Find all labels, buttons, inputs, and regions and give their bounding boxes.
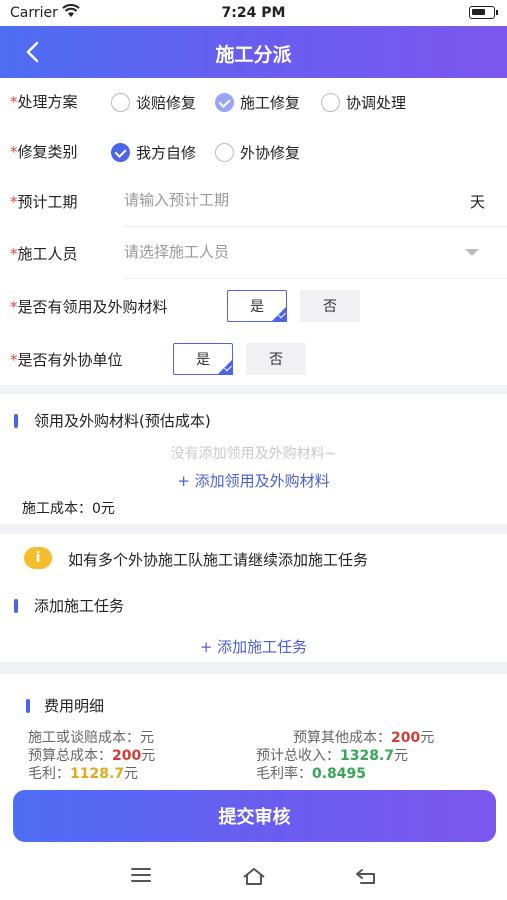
outsource-yes-button[interactable]: 是 — [173, 343, 233, 375]
system-nav-bar — [0, 852, 507, 900]
task-section-title: 添加施工任务 — [34, 597, 125, 615]
repair-type-row: *修复类别 我方自修 外协修复 — [0, 141, 507, 165]
add-materials-button[interactable]: + 添加领用及外购材料 — [0, 470, 507, 491]
divider — [124, 226, 507, 227]
outsource-row: *是否有外协单位 是 否 — [0, 343, 507, 377]
materials-row: *是否有领用及外购材料 是 否 — [0, 290, 507, 324]
construction-cost-line: 施工或谈赔成本：元 — [28, 730, 154, 746]
dropdown-arrow-icon — [465, 249, 479, 256]
materials-section-title: 领用及外购材料(预估成本) — [34, 412, 211, 430]
materials-section: 领用及外购材料(预估成本) 没有添加领用及外购材料~ + 添加领用及外购材料 施… — [0, 394, 507, 524]
dispatch-form: *处理方案 谈赔修复 施工修复 协调处理 *修复类别 我方自修 外协修复 *预计… — [0, 78, 507, 385]
notice-text: 如有多个外协施工队施工请继续添加施工任务 — [68, 551, 369, 569]
plan-label: 处理方案 — [17, 93, 78, 111]
divider — [124, 278, 507, 279]
submit-review-button[interactable]: 提交审核 — [13, 790, 496, 842]
radio-self-repair[interactable]: 我方自修 — [111, 142, 196, 163]
materials-yes-button[interactable]: 是 — [227, 290, 287, 322]
duration-input[interactable] — [124, 191, 424, 209]
materials-no-button[interactable]: 否 — [300, 290, 360, 322]
radio-circle — [111, 93, 130, 112]
nav-bar: 施工分派 — [0, 26, 507, 78]
home-icon[interactable] — [241, 866, 267, 886]
radio-outsource-repair[interactable]: 外协修复 — [215, 142, 300, 163]
info-icon: i — [24, 547, 52, 569]
required-mark: * — [10, 93, 18, 111]
duration-row: *预计工期 天 — [0, 191, 507, 215]
income-line: 预计总收入：1328.7元 — [256, 748, 409, 764]
radio-plan-compensation[interactable]: 谈赔修复 — [111, 92, 196, 113]
page-title: 施工分派 — [215, 44, 292, 66]
margin-line: 毛利率：0.8495 — [256, 766, 367, 782]
radio-label: 外协修复 — [240, 144, 301, 162]
radio-label: 施工修复 — [240, 94, 301, 112]
duration-label: 预计工期 — [17, 193, 78, 211]
required-mark: * — [10, 245, 18, 263]
status-bar: Carrier 7:24 PM — [0, 0, 507, 26]
required-mark: * — [10, 298, 18, 316]
staff-label: 施工人员 — [17, 245, 78, 263]
other-cost-line: 预算其他成本：200元 — [293, 730, 435, 746]
materials-empty-text: 没有添加领用及外购材料~ — [170, 446, 337, 462]
toggle-label: 否 — [269, 352, 283, 368]
section-marker — [14, 598, 18, 613]
required-mark: * — [10, 193, 18, 211]
toggle-label: 是 — [250, 299, 264, 315]
materials-label: 是否有领用及外购材料 — [17, 298, 168, 316]
total-cost-line: 预算总成本：200元 — [28, 748, 156, 764]
section-marker — [14, 413, 18, 428]
radio-label: 我方自修 — [136, 144, 197, 162]
plan-row: *处理方案 谈赔修复 施工修复 协调处理 — [0, 91, 507, 115]
required-mark: * — [10, 351, 18, 369]
radio-checked-icon — [215, 93, 234, 112]
battery-icon — [469, 6, 498, 19]
outsource-no-button[interactable]: 否 — [246, 343, 306, 375]
radio-label: 协调处理 — [346, 94, 407, 112]
toggle-label: 否 — [323, 299, 337, 315]
repair-type-label: 修复类别 — [17, 143, 78, 161]
radio-circle — [321, 93, 340, 112]
section-marker — [26, 698, 30, 713]
required-mark: * — [10, 143, 18, 161]
task-section: i 如有多个外协施工队施工请继续添加施工任务 添加施工任务 + 添加施工任务 — [0, 534, 507, 662]
menu-icon[interactable] — [130, 866, 152, 884]
radio-plan-coordination[interactable]: 协调处理 — [321, 92, 406, 113]
profit-line: 毛利：1128.7元 — [28, 766, 139, 782]
clock: 7:24 PM — [221, 5, 286, 21]
add-task-button[interactable]: + 添加施工任务 — [0, 636, 507, 657]
toggle-label: 是 — [196, 352, 210, 368]
radio-checked-icon — [111, 143, 130, 162]
radio-circle — [215, 143, 234, 162]
radio-label: 谈赔修复 — [136, 94, 197, 112]
radio-plan-construction[interactable]: 施工修复 — [215, 92, 300, 113]
fee-title: 费用明细 — [44, 697, 105, 715]
back-nav-icon[interactable] — [354, 866, 378, 886]
staff-select[interactable] — [124, 243, 424, 261]
outsource-label: 是否有外协单位 — [17, 351, 123, 369]
staff-row[interactable]: *施工人员 — [0, 243, 507, 267]
duration-unit: 天 — [469, 193, 485, 211]
construction-cost-text: 施工成本：0元 — [22, 501, 115, 517]
